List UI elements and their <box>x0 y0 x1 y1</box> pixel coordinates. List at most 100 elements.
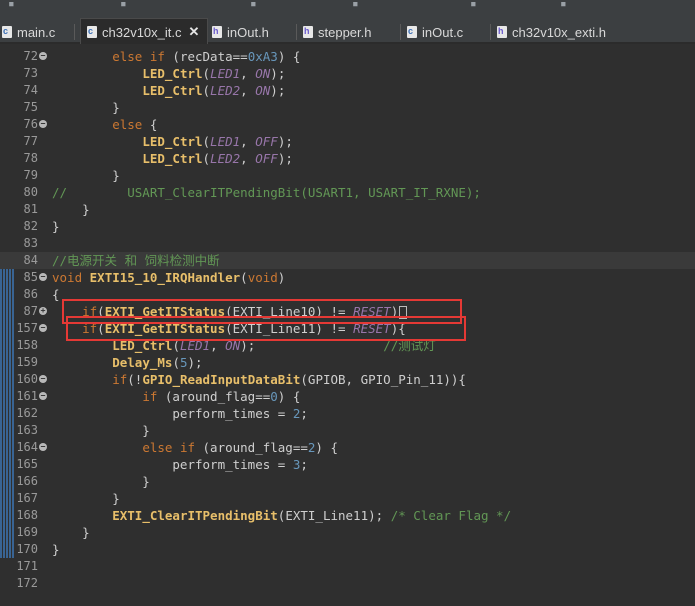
code-token: (GPIOB, GPIO_Pin_11)){ <box>300 372 466 387</box>
code-line[interactable]: 75 } <box>0 99 695 116</box>
fold-collapse-icon[interactable]: − <box>39 392 47 400</box>
code-token: } <box>52 168 120 183</box>
code-token: } <box>52 219 60 234</box>
fold-collapse-icon[interactable]: − <box>39 273 47 281</box>
change-marker <box>0 252 14 269</box>
code-text: } <box>52 490 120 507</box>
toolbar-icon[interactable]: ▪ <box>352 0 359 10</box>
code-line[interactable]: 85− void EXTI15_10_IRQHandler(void) <box>0 269 695 286</box>
code-text: } <box>52 422 150 439</box>
code-line[interactable]: 79 } <box>0 167 695 184</box>
code-text: //电源开关 和 饲料检测中断 <box>52 252 220 269</box>
line-number: 170 <box>16 542 38 556</box>
line-number: 86 <box>23 287 38 301</box>
line-number: 84 <box>23 253 38 267</box>
code-text: Delay_Ms(5); <box>52 354 202 371</box>
c-file-icon <box>87 26 97 38</box>
code-line[interactable]: 171 <box>0 558 695 575</box>
change-marker <box>0 371 14 388</box>
line-number: 160 <box>16 372 38 386</box>
code-line[interactable]: 159 Delay_Ms(5); <box>0 354 695 371</box>
code-line[interactable]: 82} <box>0 218 695 235</box>
fold-collapse-icon[interactable]: − <box>39 324 47 332</box>
code-line[interactable]: 72− else if (recData==0xA3) { <box>0 48 695 65</box>
line-number: 77 <box>23 134 38 148</box>
code-line[interactable]: 83 <box>0 235 695 252</box>
code-line[interactable]: 77 LED_Ctrl(LED1, OFF); <box>0 133 695 150</box>
code-token: ; <box>300 406 308 421</box>
code-line[interactable]: 172 <box>0 575 695 592</box>
h-file-icon <box>303 26 313 38</box>
code-text: } <box>52 201 90 218</box>
code-line[interactable]: 162 perform_times = 2; <box>0 405 695 422</box>
toolbar-icon[interactable]: ▪ <box>8 0 15 10</box>
code-text: { <box>52 286 60 303</box>
fold-expand-icon[interactable]: + <box>39 307 47 315</box>
code-token: void <box>247 270 278 285</box>
line-number: 76 <box>23 117 38 131</box>
close-tab-icon[interactable]: ✕ <box>189 24 200 40</box>
code-line[interactable]: 80 // USART_ClearITPendingBit(USART1, USA… <box>0 184 695 201</box>
code-line[interactable]: 166 } <box>0 473 695 490</box>
code-token: ) <box>277 270 286 285</box>
line-number: 169 <box>16 525 38 539</box>
tab-ch32v10x-exti-h[interactable]: ch32v10x_exti.h <box>497 20 606 44</box>
code-token: LED1 <box>210 66 241 81</box>
code-line[interactable]: 74 LED_Ctrl(LED2, ON); <box>0 82 695 99</box>
fold-collapse-icon[interactable]: − <box>39 443 47 451</box>
code-line[interactable]: 81 } <box>0 201 695 218</box>
change-marker <box>0 456 14 473</box>
code-token: EXTI_ClearITPendingBit <box>112 508 278 523</box>
toolbar-icon[interactable]: ▪ <box>250 0 257 10</box>
code-text: LED_Ctrl(LED1, OFF); <box>52 133 293 150</box>
code-line[interactable]: 84 //电源开关 和 饲料检测中断 <box>0 252 695 269</box>
code-token: Delay_Ms <box>112 355 173 370</box>
code-token: (! <box>127 372 143 387</box>
fold-collapse-icon[interactable]: − <box>39 52 47 60</box>
tab-ch32v10x-it-c[interactable]: ch32v10x_it.c ✕ <box>80 18 209 45</box>
c-file-icon <box>407 26 417 38</box>
line-number: 168 <box>16 508 38 522</box>
code-line[interactable]: 168 EXTI_ClearITPendingBit(EXTI_Line11);… <box>0 507 695 524</box>
fold-collapse-icon[interactable]: − <box>39 375 47 383</box>
code-text: perform_times = 3; <box>52 456 307 473</box>
code-token: ( <box>202 83 211 98</box>
toolbar-icon[interactable]: ▪ <box>120 0 127 10</box>
code-line[interactable]: 164− else if (around_flag==2) { <box>0 439 695 456</box>
line-number: 159 <box>16 355 38 369</box>
tab-stepper-h[interactable]: stepper.h <box>303 20 372 44</box>
code-token: ( <box>202 151 211 166</box>
change-marker <box>0 558 14 575</box>
code-text: } <box>52 167 120 184</box>
code-editor[interactable]: 72− else if (recData==0xA3) {73 LED_Ctrl… <box>0 44 695 606</box>
line-number: 87 <box>23 304 38 318</box>
tab-inout-h[interactable]: inOut.h <box>212 20 269 44</box>
code-line[interactable]: 73 LED_Ctrl(LED1, ON); <box>0 65 695 82</box>
code-line[interactable]: 163 } <box>0 422 695 439</box>
code-line[interactable]: 169 } <box>0 524 695 541</box>
tab-inout-c[interactable]: inOut.c <box>407 20 463 44</box>
code-token: ( <box>202 134 211 149</box>
code-line[interactable]: 78 LED_Ctrl(LED2, OFF); <box>0 150 695 167</box>
fold-collapse-icon[interactable]: − <box>39 120 47 128</box>
tab-main-c[interactable]: main.c <box>2 20 55 44</box>
code-line[interactable]: 167 } <box>0 490 695 507</box>
code-token: LED_Ctrl <box>142 83 203 98</box>
h-file-icon <box>212 26 222 38</box>
code-token: (EXTI_Line11); <box>277 508 391 523</box>
change-marker <box>0 167 14 184</box>
code-line[interactable]: 170} <box>0 541 695 558</box>
code-token: LED_Ctrl <box>142 134 203 149</box>
toolbar-icon[interactable]: ▪ <box>470 0 477 10</box>
tab-divider <box>400 24 401 40</box>
code-text: } <box>52 99 120 116</box>
toolbar-icon[interactable]: ▪ <box>560 0 567 10</box>
change-marker <box>0 320 14 337</box>
code-token: { <box>142 117 158 132</box>
code-line[interactable]: 161− if (around_flag==0) { <box>0 388 695 405</box>
code-line[interactable]: 165 perform_times = 3; <box>0 456 695 473</box>
code-line[interactable]: 76− else { <box>0 116 695 133</box>
c-file-icon <box>2 26 12 38</box>
code-line[interactable]: 160− if(!GPIO_ReadInputDataBit(GPIOB, GP… <box>0 371 695 388</box>
line-number: 75 <box>23 100 38 114</box>
